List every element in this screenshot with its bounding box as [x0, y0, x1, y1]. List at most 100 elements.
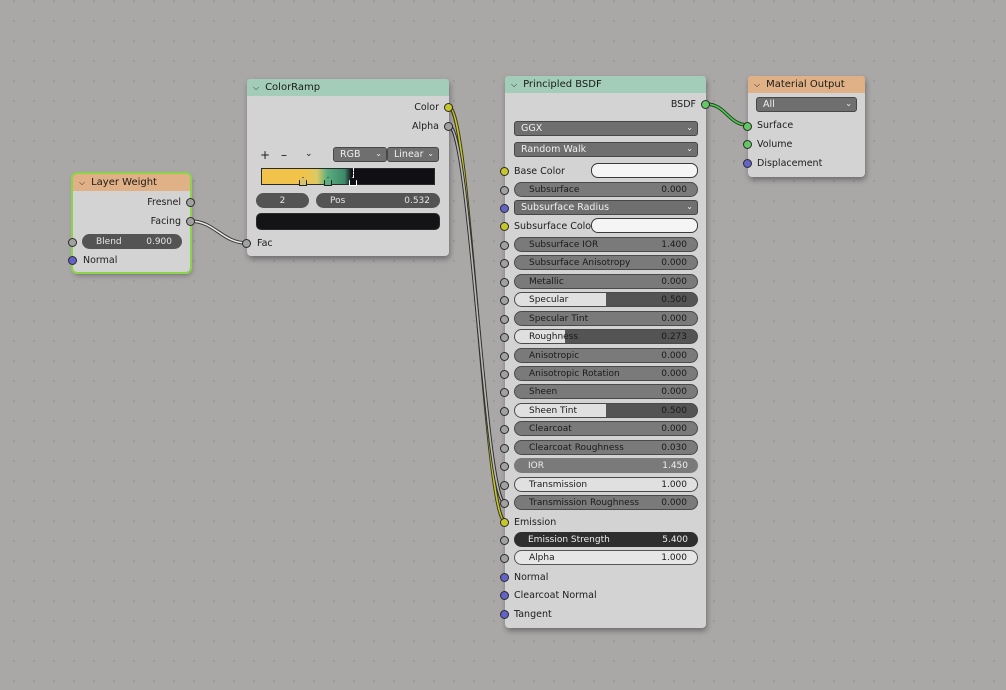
node-title: ColorRamp	[265, 82, 321, 93]
field-value: 0.000	[661, 497, 687, 508]
anisotropic-rotation-socket[interactable]	[500, 370, 509, 379]
subsurface-ior-socket[interactable]	[500, 241, 509, 250]
input-clearcoat-normal: Clearcoat Normal	[514, 588, 597, 602]
target-dropdown[interactable]: All ⌄	[756, 97, 857, 112]
subsurface-color-socket[interactable]	[500, 222, 509, 231]
input-tangent: Tangent	[514, 607, 552, 621]
input-normal: Normal	[83, 253, 117, 267]
field-value: 0.000	[661, 184, 687, 195]
active-index-field[interactable]: 2	[256, 193, 309, 208]
subsurface-color-swatch[interactable]	[591, 218, 698, 233]
transmission-slider[interactable]: Transmission 1.000	[514, 477, 698, 492]
metallic-slider[interactable]: Metallic 0.000	[514, 274, 698, 289]
anisotropic-rotation-slider[interactable]: Anisotropic Rotation 0.000	[514, 366, 698, 381]
specular-slider[interactable]: Specular 0.500	[514, 292, 698, 307]
color-socket[interactable]	[444, 103, 453, 112]
alpha-input-socket[interactable]	[500, 554, 509, 563]
fac-socket[interactable]	[242, 239, 251, 248]
ior-slider[interactable]: IOR 1.450	[514, 458, 698, 473]
principled-bsdf-header[interactable]: ⌵ Principled BSDF	[505, 76, 706, 93]
collapse-chevron-icon[interactable]: ⌵	[253, 83, 259, 93]
clearcoat-roughness-slider[interactable]: Clearcoat Roughness 0.030	[514, 440, 698, 455]
subsurface-anisotropy-slider[interactable]: Subsurface Anisotropy 0.000	[514, 255, 698, 270]
interpolation-dropdown[interactable]: Linear ⌄	[387, 147, 439, 162]
chevron-down-icon[interactable]: ⌄	[305, 149, 313, 159]
input-subsurface-color: Subsurface Color	[514, 219, 595, 233]
color-ramp-node[interactable]: ⌵ ColorRamp Color Alpha + – ⌄ RGB ⌄ Line…	[242, 79, 453, 256]
subsurface-radius-dropdown[interactable]: Subsurface Radius ⌄	[514, 200, 698, 215]
roughness-slider[interactable]: Roughness 0.273	[514, 329, 698, 344]
dropdown-arrow-icon: ⌄	[375, 149, 382, 158]
material-output-node[interactable]: ⌵ Material Output All ⌄ Surface Volume D…	[743, 76, 865, 177]
field-label: Pos	[330, 195, 346, 206]
output-label: Alpha	[411, 120, 439, 132]
link-bsdf-to-surface	[705, 102, 749, 127]
subsurface-socket[interactable]	[500, 186, 509, 195]
subsurface-ior-slider[interactable]: Subsurface IOR 1.400	[514, 237, 698, 252]
field-label: Specular	[529, 294, 569, 305]
roughness-socket[interactable]	[500, 333, 509, 342]
base-color-swatch[interactable]	[591, 163, 698, 178]
normal-socket[interactable]	[500, 573, 509, 582]
subsurface-method-dropdown[interactable]: Random Walk ⌄	[514, 142, 698, 157]
transmission-roughness-slider[interactable]: Transmission Roughness 0.000	[514, 495, 698, 510]
stop-color-swatch[interactable]	[256, 213, 440, 230]
facing-socket[interactable]	[186, 217, 195, 226]
emission-strength-socket[interactable]	[500, 536, 509, 545]
subsurface-slider[interactable]: Subsurface 0.000	[514, 182, 698, 197]
color-mode-dropdown[interactable]: RGB ⌄	[333, 147, 387, 162]
clearcoat-slider[interactable]: Clearcoat 0.000	[514, 421, 698, 436]
tangent-socket[interactable]	[500, 610, 509, 619]
input-label: Volume	[757, 138, 793, 150]
field-value: 1.000	[661, 479, 687, 490]
base-color-socket[interactable]	[500, 167, 509, 176]
alpha-socket[interactable]	[444, 122, 453, 131]
subsurface-anisotropy-socket[interactable]	[500, 259, 509, 268]
clearcoat-normal-socket[interactable]	[500, 591, 509, 600]
normal-socket[interactable]	[68, 256, 77, 265]
sheen-tint-slider[interactable]: Sheen Tint 0.500	[514, 403, 698, 418]
collapse-chevron-icon[interactable]: ⌵	[511, 80, 517, 90]
color-ramp-gradient[interactable]	[261, 168, 435, 185]
volume-socket[interactable]	[743, 140, 752, 149]
transmission-roughness-socket[interactable]	[500, 499, 509, 508]
input-volume: Volume	[757, 137, 792, 151]
collapse-chevron-icon[interactable]: ⌵	[754, 80, 760, 90]
surface-socket[interactable]	[743, 122, 752, 131]
specular-socket[interactable]	[500, 296, 509, 305]
sheen-tint-socket[interactable]	[500, 407, 509, 416]
anisotropic-slider[interactable]: Anisotropic 0.000	[514, 348, 698, 363]
material-output-header[interactable]: ⌵ Material Output	[748, 76, 865, 93]
minus-icon[interactable]: –	[281, 148, 287, 162]
sheen-socket[interactable]	[500, 388, 509, 397]
displacement-socket[interactable]	[743, 159, 752, 168]
blend-slider[interactable]: Blend 0.900	[82, 234, 182, 249]
color-ramp-header[interactable]: ⌵ ColorRamp	[247, 79, 449, 96]
layer-weight-node[interactable]: ⌵ Layer Weight Fresnel Facing Blend 0.90…	[68, 172, 195, 274]
transmission-socket[interactable]	[500, 481, 509, 490]
layer-weight-header[interactable]: ⌵ Layer Weight	[73, 174, 190, 191]
ior-socket[interactable]	[500, 462, 509, 471]
output-facing: Facing	[73, 214, 181, 228]
specular-tint-slider[interactable]: Specular Tint 0.000	[514, 311, 698, 326]
blend-socket[interactable]	[68, 238, 77, 247]
plus-icon[interactable]: +	[260, 148, 270, 162]
principled-bsdf-node[interactable]: ⌵ Principled BSDF BSDF GGX ⌄ Random Walk…	[500, 76, 710, 628]
clearcoat-socket[interactable]	[500, 425, 509, 434]
anisotropic-socket[interactable]	[500, 352, 509, 361]
clearcoat-roughness-socket[interactable]	[500, 444, 509, 453]
bsdf-socket[interactable]	[701, 100, 710, 109]
field-value: 0.030	[661, 442, 687, 453]
distribution-dropdown[interactable]: GGX ⌄	[514, 121, 698, 136]
collapse-chevron-icon[interactable]: ⌵	[79, 178, 85, 188]
emission-strength-slider[interactable]: Emission Strength 5.400	[514, 532, 698, 547]
alpha-slider[interactable]: Alpha 1.000	[514, 550, 698, 565]
dropdown-value: Random Walk	[521, 144, 587, 155]
pos-field[interactable]: Pos 0.532	[316, 193, 440, 208]
fresnel-socket[interactable]	[186, 198, 195, 207]
emission-socket[interactable]	[500, 518, 509, 527]
subsurface-radius-socket[interactable]	[500, 204, 509, 213]
specular-tint-socket[interactable]	[500, 315, 509, 324]
sheen-slider[interactable]: Sheen 0.000	[514, 384, 698, 399]
metallic-socket[interactable]	[500, 278, 509, 287]
